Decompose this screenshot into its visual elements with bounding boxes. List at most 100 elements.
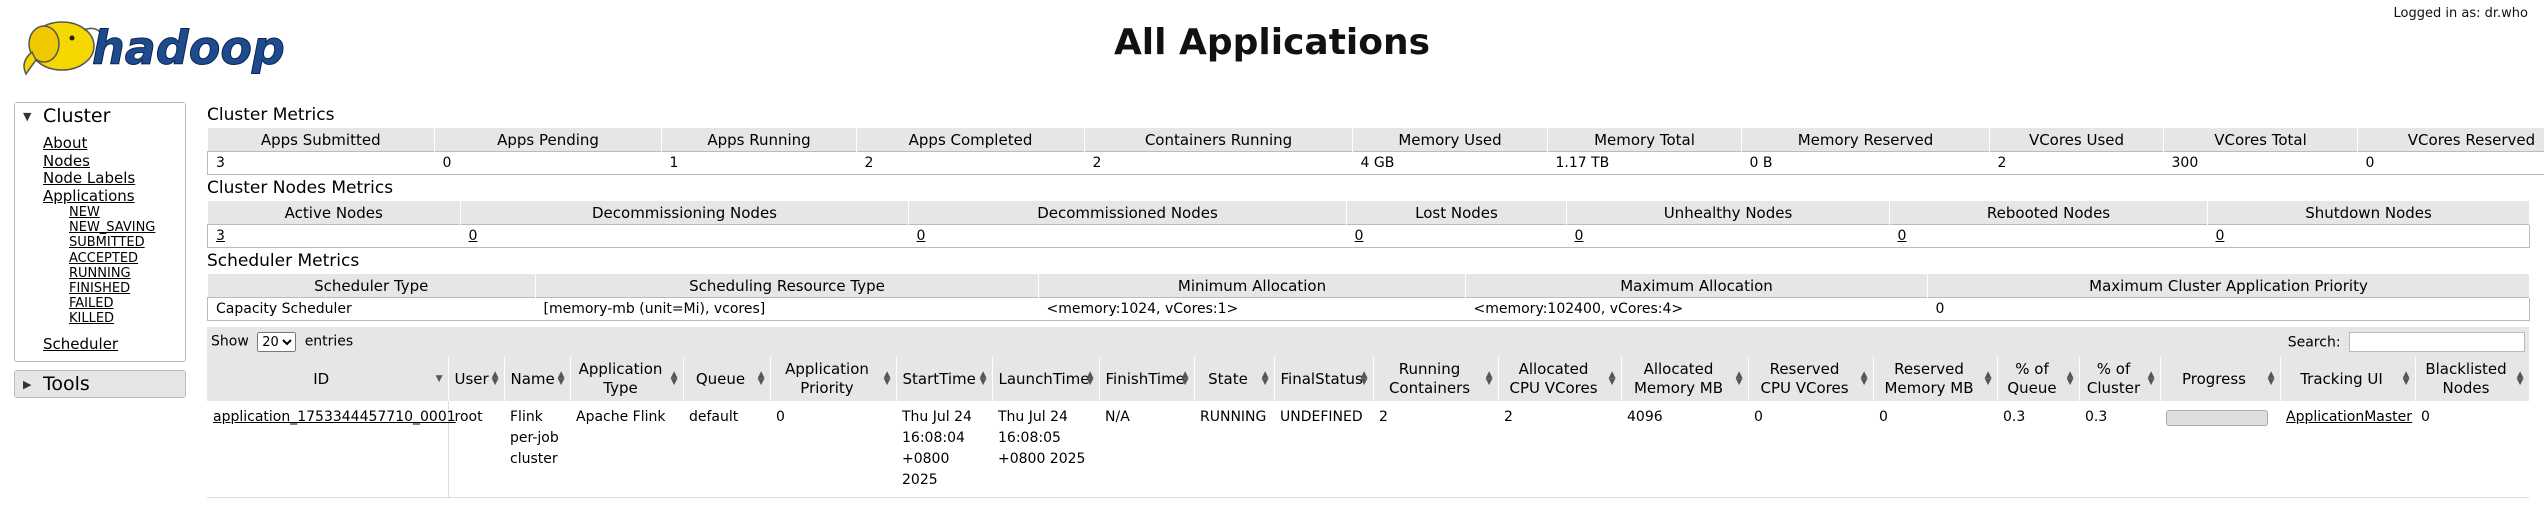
nav-applications[interactable]: Applications bbox=[43, 187, 185, 206]
column-header[interactable]: Application Type ▲ ▼ bbox=[570, 357, 684, 401]
entries-select[interactable]: 20 bbox=[257, 332, 297, 352]
sm-value: <memory:1024, vCores:1> bbox=[1038, 297, 1466, 321]
progress-bar bbox=[2166, 410, 2268, 426]
column-header[interactable]: Name ▲ ▼ bbox=[504, 357, 571, 401]
column-header[interactable]: ID ▼ bbox=[207, 357, 449, 401]
column-header[interactable]: Progress ▲ ▼ bbox=[2160, 357, 2281, 401]
sort-icon: ▲ ▼ bbox=[1360, 370, 1368, 387]
cell-alloc-mem: 4096 bbox=[1621, 401, 1748, 498]
nav-state-new-saving[interactable]: NEW_SAVING bbox=[69, 220, 185, 235]
column-header-label: Progress bbox=[2181, 369, 2246, 388]
tools-toggle[interactable]: ▶ Tools bbox=[15, 371, 185, 398]
column-header[interactable]: Reserved CPU VCores ▲ ▼ bbox=[1748, 357, 1874, 401]
sm-value: Capacity Scheduler bbox=[207, 297, 536, 321]
nav-nodes[interactable]: Nodes bbox=[43, 152, 185, 171]
nm-unhealthy-link[interactable]: 0 bbox=[1566, 224, 1890, 248]
nav-scheduler[interactable]: Scheduler bbox=[43, 335, 185, 354]
cm-header: Containers Running bbox=[1084, 128, 1353, 152]
nav-state-accepted[interactable]: ACCEPTED bbox=[69, 251, 185, 266]
sort-icon: ▲ ▼ bbox=[1485, 370, 1493, 387]
column-header-label: Blacklisted Nodes bbox=[2425, 360, 2507, 397]
nav-state-new[interactable]: NEW bbox=[69, 205, 185, 220]
triangle-right-icon: ▶ bbox=[23, 377, 32, 391]
tools-nav-box: ▶ Tools bbox=[14, 370, 186, 399]
nav-state-killed[interactable]: KILLED bbox=[69, 311, 185, 326]
sm-header: Minimum Allocation bbox=[1038, 274, 1466, 298]
nav-node-labels[interactable]: Node Labels bbox=[43, 169, 185, 188]
node-metrics-title: Cluster Nodes Metrics bbox=[207, 178, 394, 198]
column-header-label: State bbox=[1208, 369, 1248, 388]
cell-id: application_1753344457710_0001 bbox=[207, 401, 456, 498]
sort-icon: ▲ ▼ bbox=[1735, 370, 1743, 387]
column-header[interactable]: Reserved Memory MB ▲ ▼ bbox=[1873, 357, 1998, 401]
nm-active-link[interactable]: 3 bbox=[207, 224, 461, 248]
column-header[interactable]: % of Cluster ▲ ▼ bbox=[2079, 357, 2161, 401]
nav-state-running[interactable]: RUNNING bbox=[69, 266, 185, 281]
sort-icon: ▲ ▼ bbox=[2267, 370, 2275, 387]
column-header-label: Allocated CPU VCores bbox=[1509, 360, 1598, 397]
sort-icon: ▼ bbox=[435, 374, 443, 384]
column-header[interactable]: FinalStatus ▲ ▼ bbox=[1274, 357, 1374, 401]
column-header[interactable]: Allocated CPU VCores ▲ ▼ bbox=[1498, 357, 1622, 401]
cm-value: 3 bbox=[207, 151, 435, 175]
column-header[interactable]: Allocated Memory MB ▲ ▼ bbox=[1621, 357, 1749, 401]
column-header-label: Tracking UI bbox=[2300, 369, 2383, 388]
nm-lost-link[interactable]: 0 bbox=[1346, 224, 1567, 248]
cell-start-time: Thu Jul 24 16:08:04 +0800 2025 bbox=[896, 401, 992, 498]
cell-priority: 0 bbox=[770, 401, 896, 498]
column-header-label: Reserved Memory MB bbox=[1884, 360, 1974, 397]
column-header-label: Application Priority bbox=[785, 360, 869, 397]
column-header[interactable]: Tracking UI ▲ ▼ bbox=[2280, 357, 2416, 401]
cm-value: 300 bbox=[2163, 151, 2358, 175]
nm-decommissioning-link[interactable]: 0 bbox=[460, 224, 909, 248]
nm-header: Active Nodes bbox=[207, 201, 461, 225]
nm-header: Lost Nodes bbox=[1346, 201, 1567, 225]
cluster-label: Cluster bbox=[43, 105, 111, 127]
cluster-toggle[interactable]: ▼ Cluster bbox=[15, 103, 185, 129]
search-input[interactable] bbox=[2349, 332, 2525, 352]
column-header-label: User bbox=[454, 369, 489, 388]
nm-shutdown-link[interactable]: 0 bbox=[2207, 224, 2530, 248]
nav-about[interactable]: About bbox=[43, 134, 185, 153]
application-id-link[interactable]: application_1753344457710_0001 bbox=[213, 409, 456, 425]
tracking-ui-link[interactable]: ApplicationMaster bbox=[2286, 409, 2412, 425]
column-header[interactable]: StartTime ▲ ▼ bbox=[896, 357, 993, 401]
entries-label: entries bbox=[304, 333, 354, 350]
nm-header: Shutdown Nodes bbox=[2207, 201, 2530, 225]
nav-state-submitted[interactable]: SUBMITTED bbox=[69, 235, 185, 250]
cell-app-type: Apache Flink bbox=[570, 401, 683, 498]
column-header[interactable]: FinishTime ▲ ▼ bbox=[1099, 357, 1195, 401]
page-title: All Applications bbox=[1113, 22, 1431, 63]
cell-progress bbox=[2160, 401, 2280, 498]
sort-icon: ▲ ▼ bbox=[883, 370, 891, 387]
nm-rebooted-link[interactable]: 0 bbox=[1889, 224, 2208, 248]
cm-value: 4 GB bbox=[1352, 151, 1548, 175]
column-header[interactable]: % of Queue ▲ ▼ bbox=[1997, 357, 2080, 401]
app-state-links: NEW NEW_SAVING SUBMITTED ACCEPTED RUNNIN… bbox=[43, 205, 185, 327]
search-control: Search: bbox=[2288, 332, 2525, 352]
triangle-down-icon: ▼ bbox=[23, 109, 32, 123]
column-header[interactable]: User ▲ ▼ bbox=[448, 357, 505, 401]
nm-decommissioned-link[interactable]: 0 bbox=[908, 224, 1347, 248]
column-header[interactable]: State ▲ ▼ bbox=[1194, 357, 1275, 401]
cm-header: Apps Running bbox=[661, 128, 857, 152]
column-header[interactable]: Blacklisted Nodes ▲ ▼ bbox=[2415, 357, 2530, 401]
cell-pct-queue: 0.3 bbox=[1997, 401, 2079, 498]
cell-running-containers: 2 bbox=[1373, 401, 1498, 498]
column-header[interactable]: Application Priority ▲ ▼ bbox=[770, 357, 897, 401]
sm-header: Scheduler Type bbox=[207, 274, 536, 298]
column-header[interactable]: Queue ▲ ▼ bbox=[683, 357, 771, 401]
cell-alloc-cpu: 2 bbox=[1498, 401, 1621, 498]
column-header[interactable]: Running Containers ▲ ▼ bbox=[1373, 357, 1499, 401]
sort-icon: ▲ ▼ bbox=[1261, 370, 1269, 387]
column-header[interactable]: LaunchTime ▲ ▼ bbox=[992, 357, 1100, 401]
sort-icon: ▲ ▼ bbox=[1181, 370, 1189, 387]
cm-value: 2 bbox=[856, 151, 1085, 175]
datatable-toolbar: Show 20 entries Search: bbox=[207, 327, 2529, 357]
cell-tracking-ui: ApplicationMaster bbox=[2280, 401, 2415, 498]
nav-state-failed[interactable]: FAILED bbox=[69, 296, 185, 311]
column-header-label: % of Cluster bbox=[2086, 360, 2141, 397]
sort-icon: ▲ ▼ bbox=[1860, 370, 1868, 387]
cell-user: root bbox=[448, 401, 504, 498]
nav-state-finished[interactable]: FINISHED bbox=[69, 281, 185, 296]
